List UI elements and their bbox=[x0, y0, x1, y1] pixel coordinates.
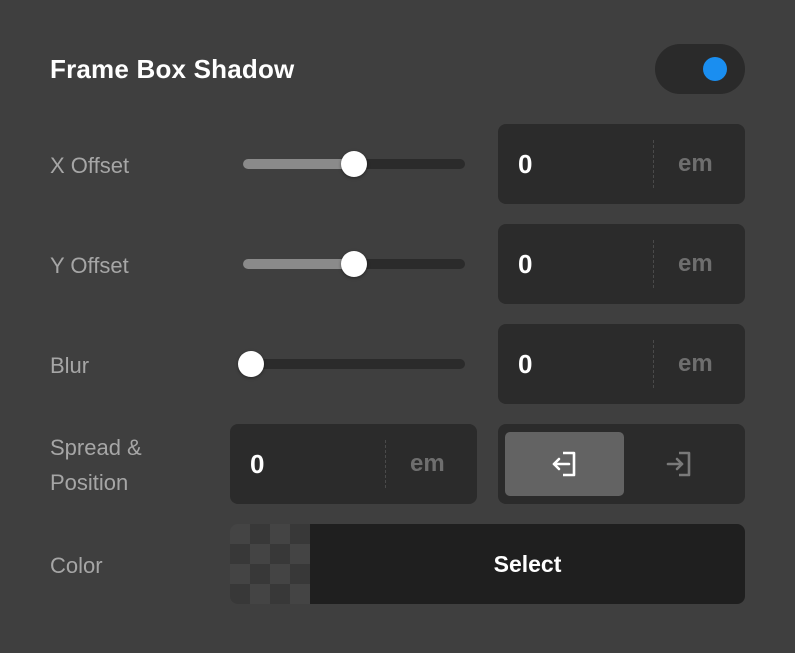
toggle-knob bbox=[703, 57, 727, 81]
color-picker: Select bbox=[230, 524, 745, 604]
shadow-position-toggle bbox=[498, 424, 745, 504]
y-offset-input[interactable] bbox=[518, 224, 628, 304]
select-color-button[interactable]: Select bbox=[310, 524, 745, 604]
x-offset-input[interactable] bbox=[518, 124, 628, 204]
spread-field: em bbox=[230, 424, 477, 504]
y-offset-unit[interactable]: em bbox=[678, 224, 713, 304]
blur-field: em bbox=[498, 324, 745, 404]
slider-thumb[interactable] bbox=[341, 251, 367, 277]
x-offset-slider[interactable] bbox=[243, 151, 465, 177]
arrow-into-box-icon bbox=[666, 451, 691, 477]
x-offset-unit[interactable]: em bbox=[678, 124, 713, 204]
y-offset-field: em bbox=[498, 224, 745, 304]
x-offset-field: em bbox=[498, 124, 745, 204]
y-offset-slider[interactable] bbox=[243, 251, 465, 277]
spread-input[interactable] bbox=[250, 424, 360, 504]
spread-label-line1: Spread & bbox=[50, 435, 142, 460]
blur-slider[interactable] bbox=[238, 351, 465, 377]
x-offset-label: X Offset bbox=[50, 153, 130, 178]
spread-label-line2: Position bbox=[50, 470, 129, 495]
section-title: Frame Box Shadow bbox=[50, 54, 295, 84]
box-shadow-panel: Frame Box Shadow X Offset em Y Offset em… bbox=[0, 0, 795, 653]
blur-unit[interactable]: em bbox=[678, 324, 713, 404]
field-divider bbox=[653, 240, 654, 288]
box-shadow-toggle[interactable] bbox=[655, 44, 745, 94]
color-label: Color bbox=[50, 553, 103, 578]
arrow-out-of-box-icon bbox=[552, 451, 576, 477]
position-inside-button[interactable] bbox=[619, 432, 738, 496]
field-divider bbox=[385, 440, 386, 488]
slider-track bbox=[243, 359, 465, 369]
blur-input[interactable] bbox=[518, 324, 628, 404]
spread-unit[interactable]: em bbox=[410, 424, 445, 504]
field-divider bbox=[653, 340, 654, 388]
slider-thumb[interactable] bbox=[238, 351, 264, 377]
field-divider bbox=[653, 140, 654, 188]
slider-fill bbox=[243, 259, 354, 269]
slider-thumb[interactable] bbox=[341, 151, 367, 177]
y-offset-label: Y Offset bbox=[50, 253, 129, 278]
blur-label: Blur bbox=[50, 353, 90, 378]
slider-fill bbox=[243, 159, 354, 169]
position-outside-button[interactable] bbox=[505, 432, 624, 496]
color-swatch-transparent[interactable] bbox=[230, 524, 310, 604]
